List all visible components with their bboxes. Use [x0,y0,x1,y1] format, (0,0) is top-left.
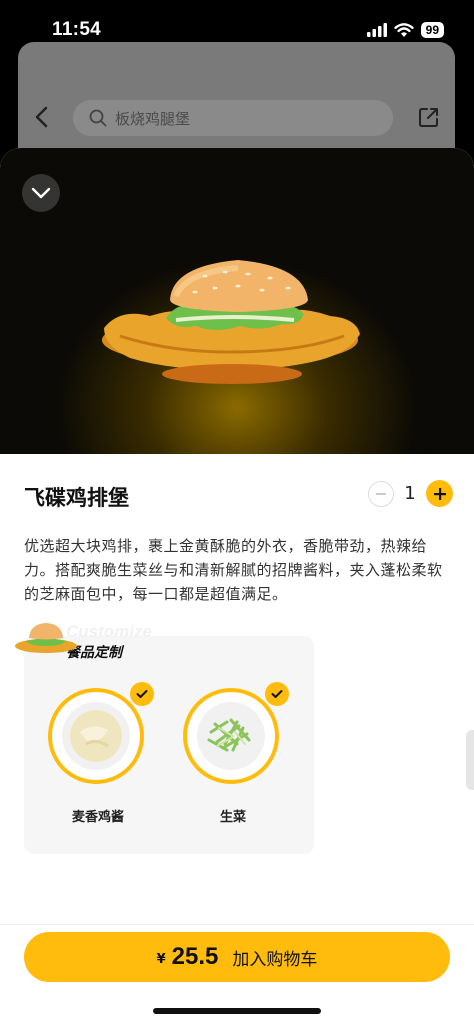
customize-title-en: Customize [66,622,152,641]
product-description: 优选超大块鸡排，裹上金黄酥脆的外衣，香脆带劲，热辣给力。搭配爽脆生菜丝与和清新解… [24,537,443,603]
share-icon[interactable] [418,106,440,128]
increase-quantity-button[interactable] [426,480,453,507]
side-handle[interactable] [466,730,474,790]
option-ring [183,688,279,784]
selected-check [130,682,154,706]
back-arrow-icon[interactable] [34,106,48,128]
search-icon [89,109,107,127]
product-hero-image [0,148,474,454]
battery-indicator: 99 [420,22,444,38]
quantity-stepper: 1 [368,480,453,507]
product-name: 飞碟鸡排堡 [24,486,129,510]
home-indicator [153,1008,321,1014]
burger-image [102,260,360,384]
status-icons: 99 [366,22,444,38]
plus-icon [433,487,446,500]
currency-symbol: ¥ [156,951,166,967]
sauce-image [62,702,130,770]
option-label: 麦香鸡酱 [71,810,124,825]
lettuce-image [197,702,265,770]
signal-icon [366,23,387,37]
collapse-button[interactable] [22,174,60,212]
wifi-icon [393,22,414,37]
add-to-cart-button[interactable]: ¥ 25.5 加入购物车 [24,932,450,982]
customize-panel: 麦香鸡酱 生菜 [24,636,314,854]
check-icon [136,690,148,698]
option-ring [48,688,144,784]
quantity-value: 1 [404,483,416,504]
decrease-quantity-button[interactable] [368,480,394,507]
option-label: 生菜 [219,810,246,825]
minus-icon [376,492,386,495]
price: 25.5 [171,943,219,970]
product-detail-sheet: 飞碟鸡排堡 1 优选超大块鸡排，裹上金黄酥脆的外衣，香脆带劲，热辣给力。搭配爽脆… [0,148,474,1024]
status-time: 11:54 [52,19,102,40]
chevron-down-icon [31,187,51,199]
search-bar[interactable]: 板烧鸡腿堡 [73,100,393,136]
add-to-cart-label: 加入购物车 [232,949,318,970]
selected-check [265,682,289,706]
check-icon [271,690,283,698]
burger-thumbnail [15,623,77,653]
search-placeholder: 板烧鸡腿堡 [115,110,191,128]
